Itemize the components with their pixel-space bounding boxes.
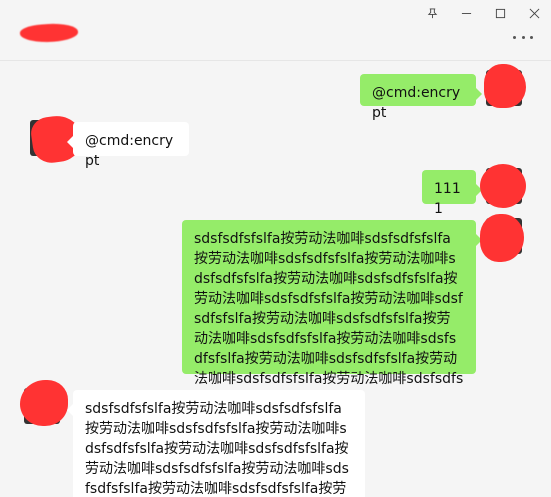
message-bubble[interactable]: @cmd:encrypt [360, 74, 482, 121]
avatar[interactable] [480, 214, 524, 262]
avatar[interactable] [484, 64, 526, 108]
avatar[interactable] [29, 112, 85, 166]
more-horizontal-icon[interactable] [513, 30, 533, 44]
message-bubble[interactable]: @cmd:encrypt [67, 122, 189, 169]
pin-icon[interactable] [415, 0, 449, 26]
chat-title-redacted [19, 21, 79, 45]
message-bubble[interactable]: sdsfsdfsfslfa按劳动法咖啡sdsfsdfsfslfa按劳动法咖啡sd… [182, 220, 482, 407]
window-controls [415, 0, 551, 26]
close-icon[interactable] [517, 0, 551, 26]
message-bubble[interactable]: 1111 [422, 170, 482, 217]
message-bubble[interactable]: sdsfsdfsfslfa按劳动法咖啡sdsfsdfsfslfa按劳动法咖啡sd… [67, 390, 365, 497]
chat-header [0, 0, 551, 61]
avatar[interactable] [480, 164, 526, 208]
chat-window: @cmd:encrypt @cmd:encrypt 1111 sdsfsdfsf… [0, 0, 551, 497]
maximize-icon[interactable] [483, 0, 517, 26]
minimize-icon[interactable] [449, 0, 483, 26]
avatar[interactable] [20, 380, 68, 426]
